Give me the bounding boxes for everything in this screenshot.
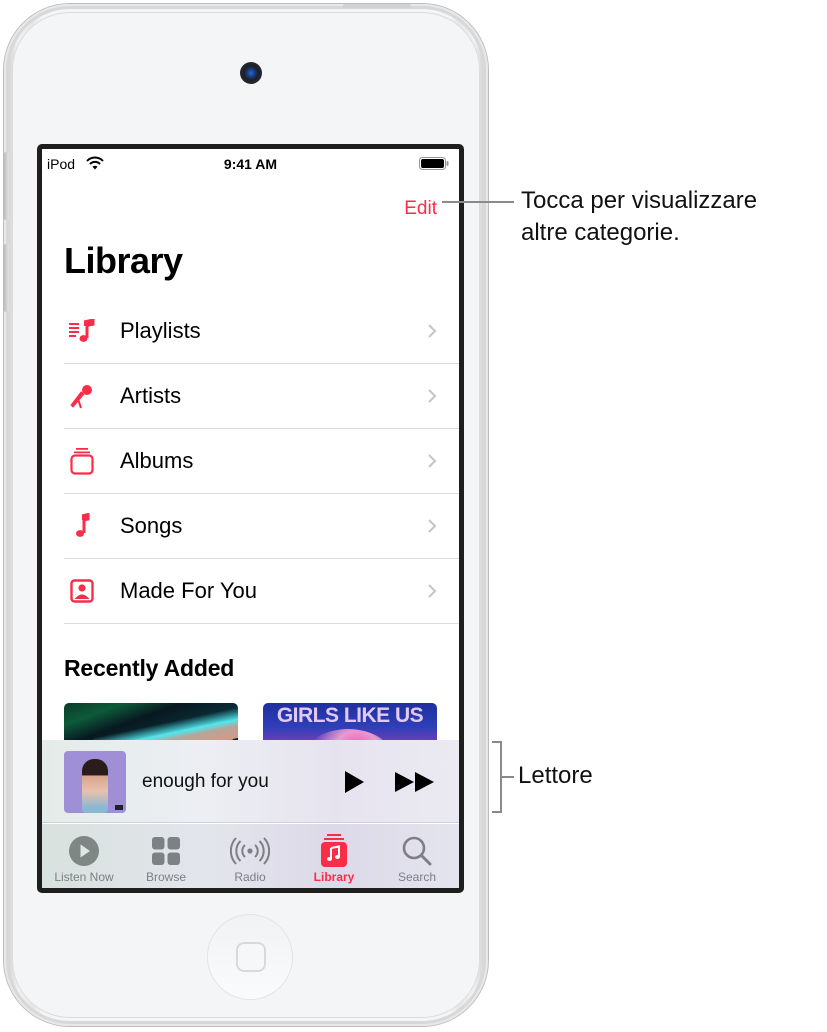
tab-label: Library <box>313 870 355 884</box>
edit-button[interactable]: Edit <box>404 198 437 220</box>
category-songs[interactable]: Songs <box>64 494 459 559</box>
play-icon[interactable] <box>342 770 366 794</box>
library-icon <box>292 834 376 868</box>
tab-label: Radio <box>234 870 266 884</box>
home-button[interactable] <box>208 915 292 999</box>
edit-callout-line-2: altre categorie. <box>521 219 680 246</box>
mini-player[interactable]: enough for you <box>42 740 459 823</box>
now-playing-artwork <box>64 751 126 813</box>
ipod-device: iPod 9:41 AM Edit Library Playlists Arti… <box>4 4 488 1026</box>
screen-bezel: iPod 9:41 AM Edit Library Playlists Arti… <box>37 144 464 893</box>
volume-up-button <box>4 152 9 220</box>
chevron-right-icon <box>428 519 437 533</box>
edit-callout-line-1: Tocca per visualizzare <box>521 187 758 214</box>
category-label: Made For You <box>120 578 257 603</box>
album-stack-icon <box>68 447 96 475</box>
fast-forward-icon[interactable] <box>394 771 436 793</box>
chevron-right-icon <box>428 389 437 403</box>
category-playlists[interactable]: Playlists <box>64 299 459 364</box>
volume-down-button <box>4 244 9 312</box>
search-icon <box>375 834 459 868</box>
tab-browse[interactable]: Browse <box>124 824 208 888</box>
play-circle-icon <box>42 834 126 868</box>
artwork-figure <box>82 759 108 813</box>
tab-label: Search <box>397 870 437 884</box>
tab-label: Browse <box>145 870 186 884</box>
front-camera <box>240 62 262 84</box>
explicit-badge <box>115 805 123 810</box>
battery-icon <box>419 157 449 170</box>
tab-label: Listen Now <box>54 870 114 884</box>
tab-radio[interactable]: Radio <box>208 824 292 888</box>
grid-icon <box>124 834 208 868</box>
status-time: 9:41 AM <box>223 156 278 172</box>
album-artwork-caption: GIRLS LIKE US <box>276 704 424 727</box>
playlist-icon <box>68 317 96 345</box>
edit-callout-text: Tocca per visualizzare altre categorie. <box>521 185 757 249</box>
category-list: Playlists Artists Albums Songs Made For … <box>64 299 459 624</box>
category-label: Albums <box>120 448 194 473</box>
category-albums[interactable]: Albums <box>64 429 459 494</box>
player-callout-bracket <box>492 741 502 813</box>
category-artists[interactable]: Artists <box>64 364 459 429</box>
category-label: Songs <box>120 513 183 538</box>
microphone-icon <box>68 382 96 410</box>
chevron-right-icon <box>428 454 437 468</box>
tab-search[interactable]: Search <box>375 824 459 888</box>
person-square-icon <box>68 577 96 605</box>
recently-added-title: Recently Added <box>64 655 235 681</box>
player-callout-line <box>502 776 514 778</box>
chevron-right-icon <box>428 584 437 598</box>
now-playing-title: enough for you <box>142 771 269 792</box>
edit-callout-line <box>442 201 514 203</box>
category-label: Playlists <box>120 318 201 343</box>
tab-library[interactable]: Library <box>292 824 376 888</box>
chevron-right-icon <box>428 324 437 338</box>
screen: iPod 9:41 AM Edit Library Playlists Arti… <box>42 149 459 888</box>
home-square-icon <box>236 942 266 972</box>
status-bar: iPod 9:41 AM <box>42 149 459 177</box>
broadcast-icon <box>208 834 292 868</box>
music-note-icon <box>68 512 96 540</box>
top-button <box>343 4 411 8</box>
player-callout-text: Lettore <box>518 762 593 789</box>
category-made-for-you[interactable]: Made For You <box>64 559 459 624</box>
page-title: Library <box>64 240 183 281</box>
tab-bar: Listen Now Browse Radio Library Search <box>42 824 459 888</box>
category-label: Artists <box>120 383 182 408</box>
tab-listen-now[interactable]: Listen Now <box>42 824 126 888</box>
